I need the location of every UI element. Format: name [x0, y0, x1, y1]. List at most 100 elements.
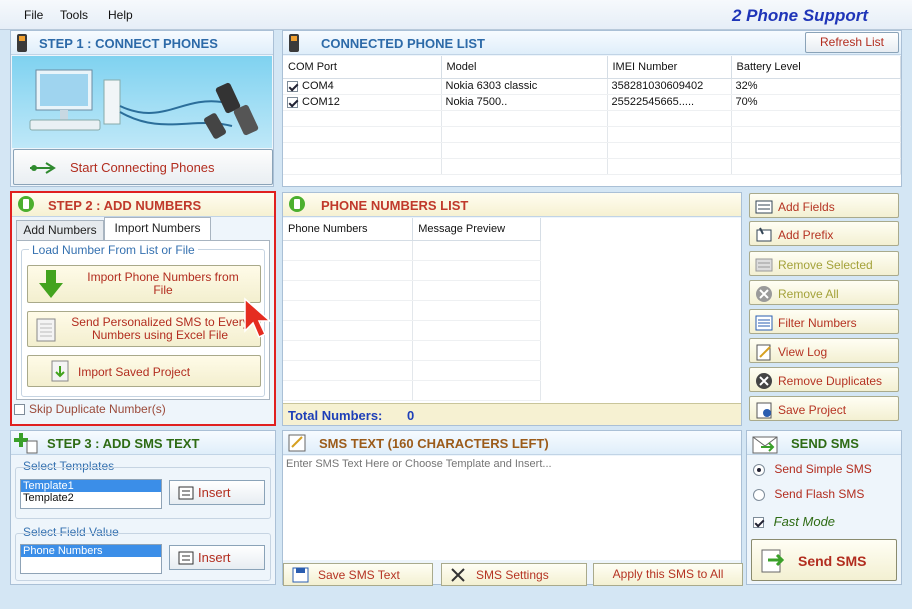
tools-icon: [451, 568, 465, 582]
list-item[interactable]: Phone Numbers: [21, 545, 161, 557]
add-text-icon: [14, 433, 38, 454]
col-message-preview: Message Preview: [412, 218, 541, 241]
insert-icon: [178, 486, 194, 500]
excel-sms-button[interactable]: Send Personalized SMS to Every Numbers u…: [27, 311, 261, 347]
field-value-list[interactable]: Phone Numbers: [20, 544, 162, 574]
col-model: Model: [441, 56, 608, 79]
send-envelope-icon: [752, 436, 778, 454]
sms-text-input[interactable]: [283, 456, 741, 560]
phone-table: COM Port Model IMEI Number Battery Level…: [283, 56, 901, 175]
filter-icon: [755, 315, 773, 331]
phone-list-icon: [289, 196, 305, 212]
step3-title: STEP 3 : ADD SMS TEXT: [47, 436, 200, 451]
send-flash-radio[interactable]: [753, 488, 765, 501]
download-arrow-icon: [39, 270, 63, 298]
add-fields-button[interactable]: Add Fields: [749, 193, 899, 218]
phone-table-area: COM Port Model IMEI Number Battery Level…: [283, 56, 901, 186]
menu-file[interactable]: File: [24, 8, 43, 22]
total-numbers-label: Total Numbers:: [288, 408, 383, 423]
skip-duplicates-checkbox[interactable]: [14, 404, 25, 416]
remove-all-button[interactable]: Remove All: [749, 280, 899, 305]
start-connecting-button[interactable]: Start Connecting Phones: [13, 149, 273, 185]
fields-icon: [755, 200, 773, 214]
row-checkbox[interactable]: [287, 96, 298, 108]
menu-help[interactable]: Help: [108, 8, 133, 22]
sms-text-panel: SMS TEXT (160 CHARACTERS LEFT) Save SMS …: [282, 430, 743, 586]
table-row[interactable]: COM12 Nokia 7500.. 25522545665..... 70%: [283, 94, 901, 111]
app-title: 2 Phone Support: [732, 6, 868, 25]
fast-mode-checkbox[interactable]: [753, 517, 764, 529]
insert-template-button[interactable]: Insert: [169, 480, 265, 505]
log-icon: [756, 344, 771, 361]
save-project-button[interactable]: Save Project: [749, 396, 899, 421]
save-sms-text-button[interactable]: Save SMS Text: [283, 563, 433, 586]
insert-field-button[interactable]: Insert: [169, 545, 265, 570]
col-com-port: COM Port: [283, 56, 442, 79]
duplicates-icon: [756, 373, 772, 389]
col-battery: Battery Level: [731, 56, 901, 79]
filter-numbers-button[interactable]: Filter Numbers: [749, 309, 899, 334]
refresh-list-button[interactable]: Refresh List: [805, 32, 899, 53]
table-row[interactable]: COM4 Nokia 6303 classic 358281030609402 …: [283, 78, 901, 95]
skip-duplicates-option[interactable]: Skip Duplicate Number(s): [14, 402, 166, 416]
phone-icon: [289, 34, 299, 52]
total-numbers-value: 0: [407, 408, 415, 423]
send-simple-option[interactable]: Send Simple SMS: [753, 462, 872, 476]
cursor-arrow-icon: [244, 297, 272, 339]
remove-selected-icon: [755, 258, 773, 272]
list-item[interactable]: Template1: [21, 480, 161, 492]
step1-title: STEP 1 : CONNECT PHONES: [39, 36, 218, 51]
save-icon: [756, 402, 772, 419]
sms-edit-icon: [288, 434, 306, 452]
col-phone-numbers: Phone Numbers: [283, 218, 414, 241]
step3-panel: STEP 3 : ADD SMS TEXT Select Templates T…: [10, 430, 276, 585]
save-icon: [292, 567, 309, 583]
project-file-icon: [51, 360, 69, 382]
connected-phone-panel: CONNECTED PHONE LIST Refresh List COM Po…: [282, 30, 902, 187]
group-load-label: Load Number From List or File: [29, 243, 198, 257]
menu-bar: File Tools Help 2 Phone Support: [0, 0, 912, 30]
step2-panel: STEP 2 : ADD NUMBERS Add Numbers Import …: [10, 191, 276, 426]
templates-list[interactable]: Template1 Template2: [20, 479, 162, 509]
usb-icon: [30, 162, 56, 174]
import-numbers-file-button[interactable]: Import Phone Numbers from File: [27, 265, 261, 303]
step1-panel: STEP 1 : CONNECT PHONES Start Connecting…: [10, 30, 274, 187]
computer-phones-illustration: [29, 69, 259, 139]
menu-tools[interactable]: Tools: [60, 8, 88, 22]
prefix-icon: [756, 227, 772, 242]
remove-selected-button[interactable]: Remove Selected: [749, 251, 899, 276]
send-flash-option[interactable]: Send Flash SMS: [753, 487, 864, 501]
phone-icon: [17, 34, 27, 52]
col-imei: IMEI Number: [607, 56, 732, 79]
numbers-title: PHONE NUMBERS LIST: [321, 198, 469, 213]
connected-title: CONNECTED PHONE LIST: [321, 36, 485, 51]
add-prefix-button[interactable]: Add Prefix: [749, 221, 899, 246]
fast-mode-option[interactable]: Fast Mode: [753, 514, 835, 529]
sms-text-title: SMS TEXT (160 CHARACTERS LEFT): [319, 436, 549, 451]
send-sms-title: SEND SMS: [791, 436, 859, 451]
row-checkbox[interactable]: [287, 80, 298, 92]
remove-all-icon: [756, 286, 772, 302]
connect-illustration: [12, 56, 272, 148]
insert-icon: [178, 551, 194, 565]
excel-file-icon: [36, 318, 56, 342]
phone-numbers-panel: PHONE NUMBERS LIST Phone Numbers Message…: [282, 192, 742, 426]
sms-settings-button[interactable]: SMS Settings: [441, 563, 587, 586]
send-sms-panel: SEND SMS Send Simple SMS Send Flash SMS …: [746, 430, 902, 585]
view-log-button[interactable]: View Log: [749, 338, 899, 363]
send-sms-button[interactable]: Send SMS: [751, 539, 897, 581]
tab-import-numbers[interactable]: Import Numbers: [104, 217, 211, 240]
numbers-table-area: Phone Numbers Message Preview: [283, 218, 741, 403]
tab-add-numbers[interactable]: Add Numbers: [16, 220, 104, 240]
numbers-table: Phone Numbers Message Preview: [283, 218, 541, 401]
add-numbers-icon: [18, 196, 34, 212]
remove-duplicates-button[interactable]: Remove Duplicates: [749, 367, 899, 392]
import-project-button[interactable]: Import Saved Project: [27, 355, 261, 387]
step2-title: STEP 2 : ADD NUMBERS: [48, 198, 202, 213]
import-tab-content: Load Number From List or File Import Pho…: [16, 240, 272, 400]
total-bar: Total Numbers: 0: [283, 403, 741, 425]
list-item[interactable]: Template2: [21, 492, 161, 504]
apply-sms-all-button[interactable]: Apply this SMS to All: [593, 563, 743, 586]
send-simple-radio[interactable]: [753, 463, 765, 476]
send-sms-icon: [761, 549, 785, 573]
